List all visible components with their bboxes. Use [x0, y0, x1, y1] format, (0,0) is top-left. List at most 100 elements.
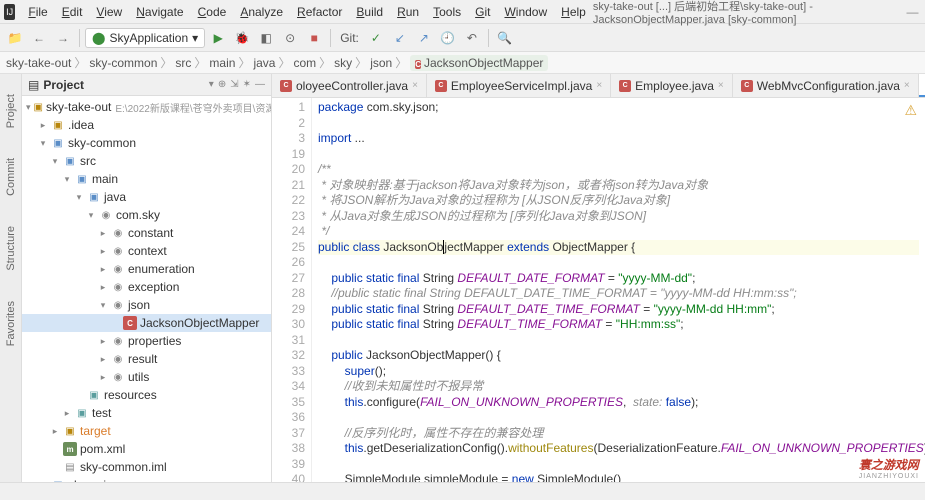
editor-area: ColoyeeController.java×CEmployeeServiceI…: [272, 74, 925, 482]
tree-node[interactable]: ▸▣.idea: [22, 116, 271, 134]
tree-node[interactable]: ▾▣sky-take-outE:\2022新版课程\苍穹外卖项目\资源: [22, 98, 271, 116]
hide-panel-icon[interactable]: —: [255, 79, 265, 90]
menu-build[interactable]: Build: [349, 5, 390, 19]
menu-navigate[interactable]: Navigate: [129, 5, 190, 19]
tree-node[interactable]: ▾◉json: [22, 296, 271, 314]
toolbar: 📁 ← → ⬤ SkyApplication ▾ ▶ 🐞 ◧ ⊙ ■ Git: …: [0, 24, 925, 52]
editor-tab[interactable]: CEmployee.java×: [611, 74, 733, 97]
editor-tab[interactable]: ColoyeeController.java×: [272, 74, 427, 97]
menu-edit[interactable]: Edit: [55, 5, 90, 19]
forward-icon[interactable]: →: [52, 27, 74, 49]
tree-node[interactable]: mpom.xml: [22, 440, 271, 458]
stop-icon[interactable]: ■: [303, 27, 325, 49]
project-header-title: Project: [43, 78, 204, 92]
project-tab-icon: ▤: [28, 78, 39, 92]
menu-run[interactable]: Run: [390, 5, 426, 19]
breadcrumb-item[interactable]: java: [253, 56, 275, 70]
tree-node[interactable]: ▾▣src: [22, 152, 271, 170]
chevron-down-icon: ▾: [192, 31, 198, 45]
tree-node[interactable]: ▸▣sky-pojo: [22, 476, 271, 482]
tree-node[interactable]: ▸▣test: [22, 404, 271, 422]
breadcrumb-item[interactable]: sky-take-out: [6, 56, 71, 70]
menu-help[interactable]: Help: [554, 5, 593, 19]
menu-git[interactable]: Git: [468, 5, 497, 19]
git-rollback-icon[interactable]: ↶: [461, 27, 483, 49]
tree-node[interactable]: ▸◉context: [22, 242, 271, 260]
close-tab-icon[interactable]: ×: [904, 80, 910, 91]
back-icon[interactable]: ←: [28, 27, 50, 49]
menu-view[interactable]: View: [89, 5, 129, 19]
git-history-icon[interactable]: 🕘: [437, 27, 459, 49]
tree-node[interactable]: ▾▣main: [22, 170, 271, 188]
breadcrumb-item[interactable]: src: [175, 56, 191, 70]
rail-commit[interactable]: Commit: [5, 158, 17, 196]
editor-tab[interactable]: CJacksonObjectMapper.ja×: [919, 74, 925, 97]
tree-node[interactable]: ▸◉properties: [22, 332, 271, 350]
run-config-dropdown[interactable]: ⬤ SkyApplication ▾: [85, 28, 205, 48]
breadcrumb-item[interactable]: json: [370, 56, 392, 70]
tree-node[interactable]: ▾▣java: [22, 188, 271, 206]
project-panel: ▤ Project ▾ ⊕ ⇲ ✶ — ▾▣sky-take-outE:\202…: [22, 74, 272, 482]
breadcrumb-item[interactable]: sky-common: [89, 56, 157, 70]
tree-node[interactable]: ▤sky-common.iml: [22, 458, 271, 476]
breadcrumb-item[interactable]: CJacksonObjectMapper: [410, 55, 548, 71]
tree-node[interactable]: ▾▣sky-common: [22, 134, 271, 152]
expand-icon[interactable]: ⇲: [230, 79, 238, 90]
left-tool-rail: Project Commit Structure Favorites: [0, 74, 22, 482]
tree-node[interactable]: ▸◉exception: [22, 278, 271, 296]
tree-node[interactable]: CJacksonObjectMapper: [22, 314, 271, 332]
minimize-button[interactable]: —: [904, 5, 921, 19]
menu-window[interactable]: Window: [497, 5, 554, 19]
menubar: IJ FileEditViewNavigateCodeAnalyzeRefact…: [0, 0, 925, 24]
class-icon: C: [619, 80, 631, 92]
tree-node[interactable]: ▸◉result: [22, 350, 271, 368]
class-icon: C: [435, 80, 447, 92]
class-icon: C: [741, 80, 753, 92]
code-content[interactable]: package com.sky.json; import ... /** * 对…: [312, 98, 925, 482]
menu-tools[interactable]: Tools: [426, 5, 468, 19]
git-commit-icon[interactable]: ✓: [365, 27, 387, 49]
tree-node[interactable]: ▸▣target: [22, 422, 271, 440]
project-tree[interactable]: ▾▣sky-take-outE:\2022新版课程\苍穹外卖项目\资源▸▣.id…: [22, 96, 271, 482]
tree-node[interactable]: ▣resources: [22, 386, 271, 404]
line-gutter: 1231920212223242526272829303132333435363…: [272, 98, 312, 482]
menu-analyze[interactable]: Analyze: [233, 5, 290, 19]
tree-node[interactable]: ▾◉com.sky: [22, 206, 271, 224]
tree-node[interactable]: ▸◉constant: [22, 224, 271, 242]
code-editor[interactable]: 1231920212223242526272829303132333435363…: [272, 98, 925, 482]
git-push-icon[interactable]: ↗: [413, 27, 435, 49]
window-title: sky-take-out [...] 后端初始工程\sky-take-out] …: [593, 0, 904, 26]
profile-icon[interactable]: ⊙: [279, 27, 301, 49]
run-icon[interactable]: ▶: [207, 27, 229, 49]
editor-tab[interactable]: CEmployeeServiceImpl.java×: [427, 74, 611, 97]
git-pull-icon[interactable]: ↙: [389, 27, 411, 49]
breadcrumb-item[interactable]: main: [209, 56, 235, 70]
chevron-down-icon[interactable]: ▾: [209, 79, 214, 90]
search-icon[interactable]: 🔍: [494, 27, 516, 49]
open-icon[interactable]: 📁: [4, 27, 26, 49]
coverage-icon[interactable]: ◧: [255, 27, 277, 49]
class-icon: C: [280, 80, 292, 92]
breadcrumb-item[interactable]: sky: [334, 56, 352, 70]
close-tab-icon[interactable]: ×: [596, 80, 602, 91]
rail-structure[interactable]: Structure: [5, 226, 17, 271]
collapse-icon[interactable]: ✶: [243, 79, 251, 90]
app-logo: IJ: [4, 4, 15, 20]
close-tab-icon[interactable]: ×: [412, 80, 418, 91]
editor-tabs: ColoyeeController.java×CEmployeeServiceI…: [272, 74, 925, 98]
debug-icon[interactable]: 🐞: [231, 27, 253, 49]
editor-tab[interactable]: CWebMvcConfiguration.java×: [733, 74, 919, 97]
close-tab-icon[interactable]: ×: [718, 80, 724, 91]
run-config-label: SkyApplication: [109, 31, 188, 45]
menu-code[interactable]: Code: [191, 5, 234, 19]
git-label: Git:: [336, 31, 363, 45]
breadcrumb-item[interactable]: com: [293, 56, 316, 70]
rail-favorites[interactable]: Favorites: [5, 301, 17, 346]
menu-refactor[interactable]: Refactor: [290, 5, 349, 19]
rail-project[interactable]: Project: [5, 94, 17, 128]
menu-file[interactable]: File: [21, 5, 54, 19]
tree-node[interactable]: ▸◉utils: [22, 368, 271, 386]
tree-node[interactable]: ▸◉enumeration: [22, 260, 271, 278]
select-opened-icon[interactable]: ⊕: [218, 79, 226, 90]
warning-icon[interactable]: ⚠: [904, 102, 917, 119]
